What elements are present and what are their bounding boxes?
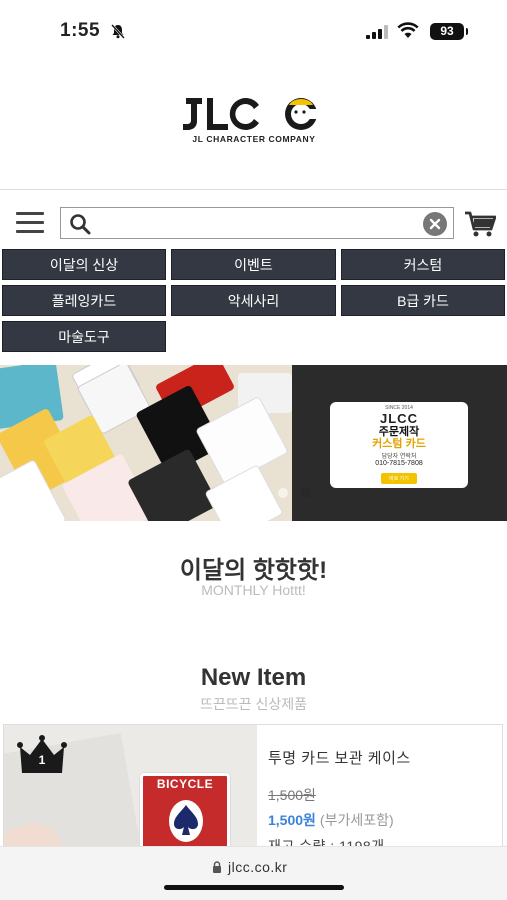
promo-subtitle: 커스텀 카드 bbox=[372, 438, 426, 450]
product-price-row: 1,500원 (부가세포함) bbox=[268, 810, 498, 830]
promo-phone: 010-7815-7808 bbox=[375, 460, 423, 467]
banner-custom-order-panel[interactable]: SINCE 2014 JLCC 주문제작 커스텀 카드 담당자 연락처 010-… bbox=[292, 365, 507, 521]
clock: 1:55 bbox=[60, 20, 101, 41]
hamburger-menu-icon[interactable] bbox=[16, 212, 44, 234]
signal-icon bbox=[366, 25, 388, 39]
rank-badge: 1 bbox=[16, 733, 68, 773]
product-original-price: 1,500원 bbox=[268, 787, 316, 803]
category-custom[interactable]: 커스텀 bbox=[341, 249, 505, 280]
promo-brand: JLCC bbox=[380, 411, 418, 426]
product-price: 1,500원 bbox=[268, 812, 316, 828]
lock-icon bbox=[213, 861, 221, 873]
spade-icon bbox=[169, 800, 203, 842]
new-item-section-title: New Item bbox=[200, 664, 307, 691]
category-events[interactable]: 이벤트 bbox=[171, 249, 336, 280]
search-icon[interactable] bbox=[69, 213, 91, 235]
category-b-grade-cards[interactable]: B급 카드 bbox=[341, 285, 505, 316]
carousel-dot[interactable] bbox=[232, 488, 242, 498]
search-input[interactable] bbox=[97, 208, 417, 238]
logo-subtitle: JL CHARACTER COMPANY bbox=[192, 134, 316, 144]
category-playing-cards[interactable]: 플레잉카드 bbox=[2, 285, 166, 316]
promo-title: 주문제작 bbox=[378, 426, 420, 438]
battery-indicator: 93 bbox=[430, 23, 468, 40]
browser-url-bar[interactable]: jlcc.co.kr bbox=[0, 846, 507, 900]
promo-go-button[interactable]: 바로 가기 bbox=[381, 473, 417, 484]
clear-search-icon[interactable] bbox=[423, 212, 447, 236]
wifi-icon bbox=[397, 22, 419, 38]
header-divider bbox=[0, 189, 507, 190]
category-accessories[interactable]: 악세사리 bbox=[171, 285, 336, 316]
product-info[interactable]: 투명 카드 보관 케이스 1,500원 1,500원(부가세포함) 재고 수량 … bbox=[268, 747, 498, 856]
category-magic-tools[interactable]: 마술도구 bbox=[2, 321, 166, 352]
category-new-this-month[interactable]: 이달의 신상 bbox=[2, 249, 166, 280]
status-bar: 1:55 93 bbox=[0, 0, 507, 62]
monthly-section-subtitle: MONTHLY Hottt! bbox=[201, 582, 306, 598]
search-bar[interactable] bbox=[60, 207, 454, 239]
bell-muted-icon bbox=[111, 24, 125, 39]
rank-number: 1 bbox=[38, 753, 46, 767]
promo-contact-label: 담당자 연락처 bbox=[381, 454, 417, 460]
home-indicator[interactable] bbox=[164, 885, 344, 890]
product-name[interactable]: 투명 카드 보관 케이스 bbox=[268, 747, 498, 768]
carousel-dot[interactable] bbox=[278, 488, 288, 498]
jlcc-logo-mark bbox=[183, 98, 325, 130]
custom-order-card[interactable]: SINCE 2014 JLCC 주문제작 커스텀 카드 담당자 연락처 010-… bbox=[330, 402, 468, 488]
banner-card-collage[interactable] bbox=[0, 365, 292, 521]
site-logo[interactable]: JL CHARACTER COMPANY bbox=[183, 95, 325, 147]
monthly-section-title: 이달의 핫핫핫! bbox=[179, 557, 328, 584]
url-text[interactable]: jlcc.co.kr bbox=[228, 859, 287, 875]
carousel-dot-active[interactable] bbox=[301, 488, 311, 498]
product-vat-note: (부가세포함) bbox=[319, 812, 394, 828]
new-item-section-subtitle: 뜨끈뜨끈 신상제품 bbox=[200, 696, 307, 712]
promo-banner[interactable]: SINCE 2014 JLCC 주문제작 커스텀 카드 담당자 연락처 010-… bbox=[0, 365, 507, 521]
cart-icon[interactable] bbox=[464, 210, 496, 238]
product-image-brand: BICYCLE bbox=[156, 777, 214, 791]
carousel-dot[interactable] bbox=[255, 488, 265, 498]
